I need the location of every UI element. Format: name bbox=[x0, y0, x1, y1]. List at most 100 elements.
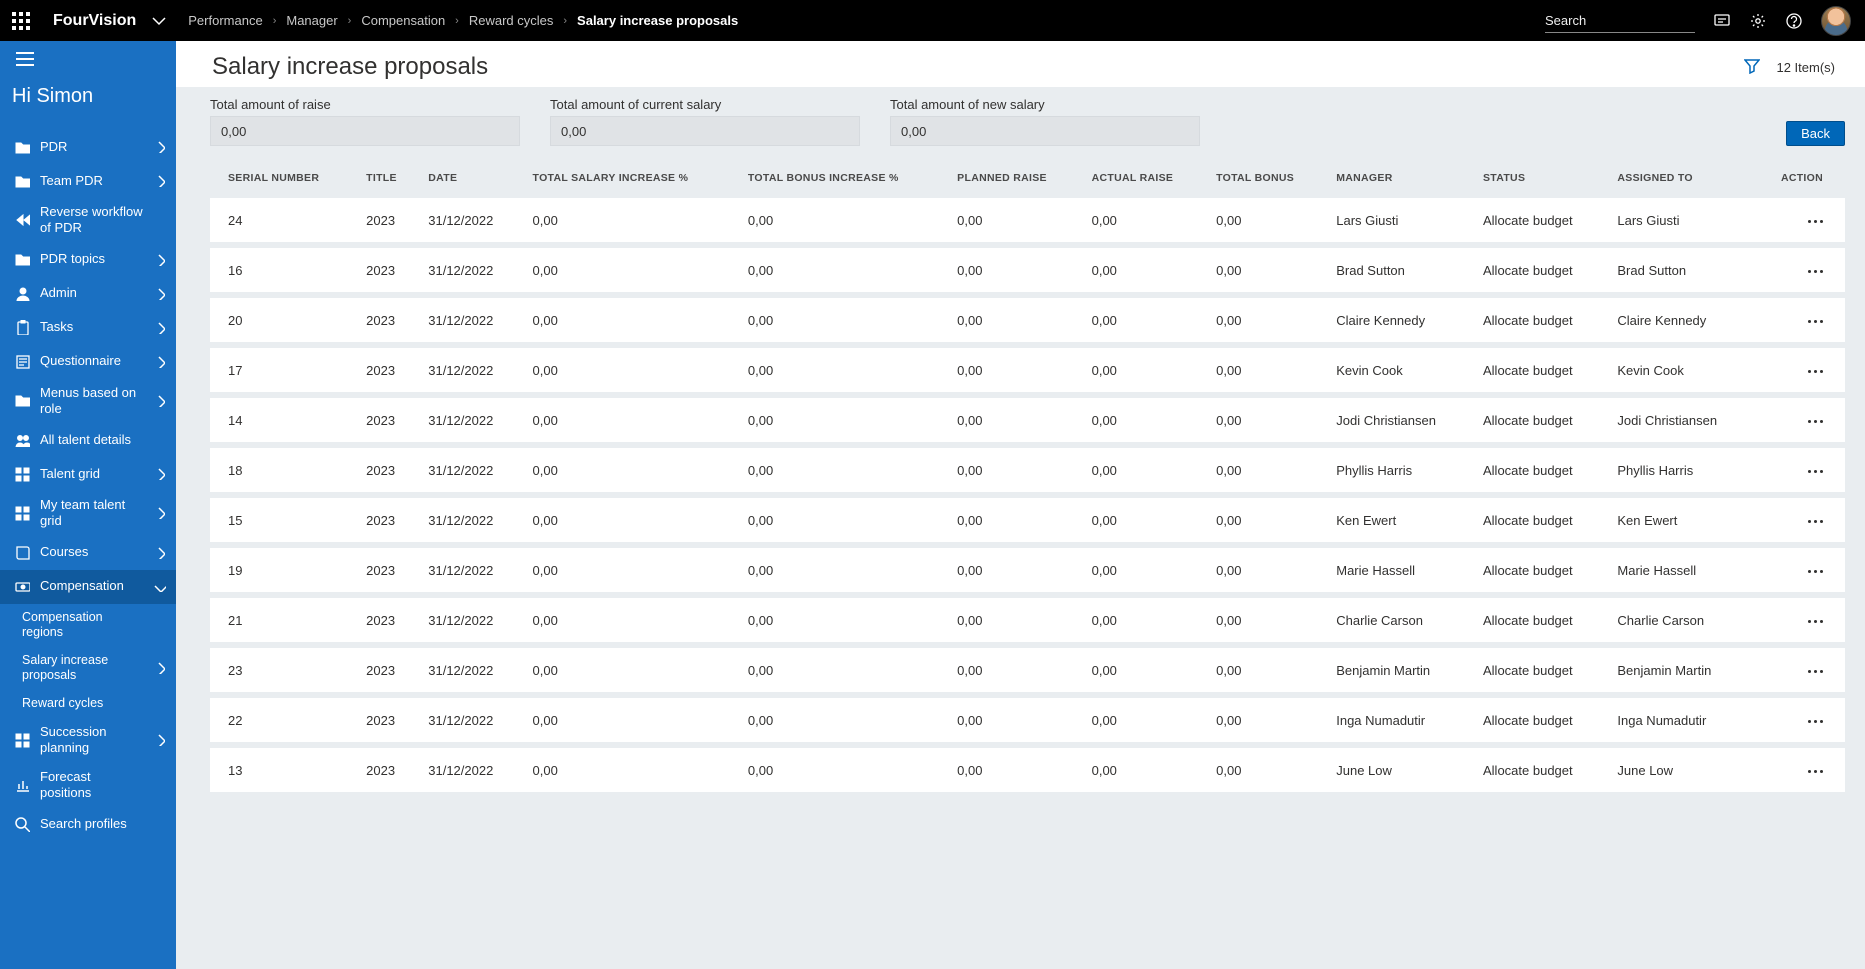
row-menu-button[interactable] bbox=[1808, 520, 1823, 523]
sidebar-item[interactable]: Search profiles bbox=[0, 807, 176, 841]
cell-tsi: 0,00 bbox=[523, 248, 738, 292]
table-row[interactable]: 18202331/12/20220,000,000,000,000,00Phyl… bbox=[210, 448, 1845, 492]
row-menu-button[interactable] bbox=[1808, 270, 1823, 273]
sidebar-item[interactable]: Forecast positions bbox=[0, 763, 176, 808]
sidebar-item[interactable]: Reverse workflow of PDR bbox=[0, 198, 176, 243]
sidebar-item[interactable]: Tasks bbox=[0, 311, 176, 345]
column-header[interactable]: MANAGER bbox=[1326, 164, 1473, 192]
sidebar-item[interactable]: Team PDR bbox=[0, 164, 176, 198]
table-row[interactable]: 14202331/12/20220,000,000,000,000,00Jodi… bbox=[210, 398, 1845, 442]
table-row[interactable]: 20202331/12/20220,000,000,000,000,00Clai… bbox=[210, 298, 1845, 342]
search-input[interactable] bbox=[1545, 9, 1695, 33]
row-menu-button[interactable] bbox=[1808, 620, 1823, 623]
table-row[interactable]: 17202331/12/20220,000,000,000,000,00Kevi… bbox=[210, 348, 1845, 392]
column-header[interactable]: TITLE bbox=[356, 164, 418, 192]
row-menu-button[interactable] bbox=[1808, 470, 1823, 473]
cell-title: 2023 bbox=[356, 548, 418, 592]
brand-dropdown[interactable]: FourVision bbox=[41, 0, 180, 41]
sidebar-item[interactable]: Questionnaire bbox=[0, 345, 176, 379]
column-header[interactable]: TOTAL SALARY INCREASE % bbox=[523, 164, 738, 192]
cell-act: 0,00 bbox=[1082, 298, 1207, 342]
table-row[interactable]: 19202331/12/20220,000,000,000,000,00Mari… bbox=[210, 548, 1845, 592]
row-menu-button[interactable] bbox=[1808, 370, 1823, 373]
breadcrumb-item[interactable]: Manager bbox=[286, 13, 337, 28]
cell-title: 2023 bbox=[356, 498, 418, 542]
breadcrumb-item[interactable]: Compensation bbox=[361, 13, 445, 28]
cell-date: 31/12/2022 bbox=[418, 248, 522, 292]
sidebar-item-label: Reward cycles bbox=[22, 696, 144, 712]
row-menu-button[interactable] bbox=[1808, 220, 1823, 223]
sidebar-item[interactable]: Talent grid bbox=[0, 457, 176, 491]
row-menu-button[interactable] bbox=[1808, 420, 1823, 423]
settings-button[interactable] bbox=[1749, 12, 1767, 30]
row-action-cell bbox=[1754, 298, 1845, 342]
column-header[interactable]: ACTUAL RAISE bbox=[1082, 164, 1207, 192]
table-row[interactable]: 21202331/12/20220,000,000,000,000,00Char… bbox=[210, 598, 1845, 642]
sidebar-item[interactable]: Salary increase proposals bbox=[0, 647, 176, 690]
column-header[interactable]: STATUS bbox=[1473, 164, 1607, 192]
app-launcher-button[interactable] bbox=[0, 0, 41, 41]
table-row[interactable]: 13202331/12/20220,000,000,000,000,00June… bbox=[210, 748, 1845, 792]
cell-tsi: 0,00 bbox=[523, 698, 738, 742]
breadcrumb-item[interactable]: Performance bbox=[188, 13, 262, 28]
cell-assigned: Inga Numadutir bbox=[1607, 698, 1754, 742]
column-header[interactable]: ASSIGNED TO bbox=[1607, 164, 1754, 192]
content-pane: Total amount of raise 0,00 Total amount … bbox=[176, 87, 1865, 969]
sidebar-item[interactable]: Menus based on role bbox=[0, 379, 176, 424]
sidebar-toggle[interactable] bbox=[0, 41, 176, 77]
back-button[interactable]: Back bbox=[1786, 121, 1845, 146]
cell-tbi: 0,00 bbox=[738, 348, 947, 392]
row-action-cell bbox=[1754, 548, 1845, 592]
sidebar-item[interactable]: Reward cycles bbox=[0, 690, 176, 718]
grid-icon bbox=[14, 506, 30, 521]
column-header[interactable]: PLANNED RAISE bbox=[947, 164, 1081, 192]
filter-button[interactable] bbox=[1744, 58, 1760, 77]
row-menu-button[interactable] bbox=[1808, 570, 1823, 573]
column-header[interactable]: ACTION bbox=[1754, 164, 1845, 192]
row-menu-button[interactable] bbox=[1808, 670, 1823, 673]
cell-tbi: 0,00 bbox=[738, 198, 947, 242]
table-row[interactable]: 23202331/12/20220,000,000,000,000,00Benj… bbox=[210, 648, 1845, 692]
summary-raise-value: 0,00 bbox=[210, 116, 520, 146]
sidebar-item-label: Admin bbox=[40, 285, 144, 301]
sidebar-item[interactable]: Compensation regions bbox=[0, 604, 176, 647]
table-row[interactable]: 16202331/12/20220,000,000,000,000,00Brad… bbox=[210, 248, 1845, 292]
cell-title: 2023 bbox=[356, 298, 418, 342]
cell-date: 31/12/2022 bbox=[418, 598, 522, 642]
cell-status: Allocate budget bbox=[1473, 698, 1607, 742]
row-menu-button[interactable] bbox=[1808, 320, 1823, 323]
cell-title: 2023 bbox=[356, 398, 418, 442]
table-row[interactable]: 15202331/12/20220,000,000,000,000,00Ken … bbox=[210, 498, 1845, 542]
help-button[interactable] bbox=[1785, 12, 1803, 30]
sidebar-item[interactable]: PDR bbox=[0, 130, 176, 164]
column-header[interactable]: SERIAL NUMBER bbox=[210, 164, 356, 192]
sidebar-item-label: Courses bbox=[40, 544, 144, 560]
cell-date: 31/12/2022 bbox=[418, 748, 522, 792]
table-row[interactable]: 22202331/12/20220,000,000,000,000,00Inga… bbox=[210, 698, 1845, 742]
row-menu-button[interactable] bbox=[1808, 720, 1823, 723]
column-header[interactable]: TOTAL BONUS INCREASE % bbox=[738, 164, 947, 192]
user-avatar[interactable] bbox=[1821, 6, 1851, 36]
greeting-text: Hi Simon bbox=[0, 77, 176, 130]
breadcrumb-item[interactable]: Reward cycles bbox=[469, 13, 554, 28]
cell-mgr: Charlie Carson bbox=[1326, 598, 1473, 642]
cell-serial: 24 bbox=[210, 198, 356, 242]
cell-assigned: Marie Hassell bbox=[1607, 548, 1754, 592]
row-menu-button[interactable] bbox=[1808, 770, 1823, 773]
feedback-button[interactable] bbox=[1713, 12, 1731, 30]
sidebar-item[interactable]: All talent details bbox=[0, 423, 176, 457]
sidebar-item[interactable]: My team talent grid bbox=[0, 491, 176, 536]
sidebar-item[interactable]: Compensation bbox=[0, 570, 176, 604]
sidebar-item[interactable]: PDR topics bbox=[0, 243, 176, 277]
chevron-down-icon bbox=[152, 14, 166, 28]
sidebar-item[interactable]: Courses bbox=[0, 536, 176, 570]
sidebar-item[interactable]: Succession planning bbox=[0, 718, 176, 763]
cell-tbi: 0,00 bbox=[738, 498, 947, 542]
sidebar-item[interactable]: Admin bbox=[0, 277, 176, 311]
cell-tb: 0,00 bbox=[1206, 498, 1326, 542]
table-row[interactable]: 24202331/12/20220,000,000,000,000,00Lars… bbox=[210, 198, 1845, 242]
column-header[interactable]: TOTAL BONUS bbox=[1206, 164, 1326, 192]
grid-icon bbox=[14, 467, 30, 482]
item-count: 12 Item(s) bbox=[1776, 60, 1835, 75]
column-header[interactable]: DATE bbox=[418, 164, 522, 192]
